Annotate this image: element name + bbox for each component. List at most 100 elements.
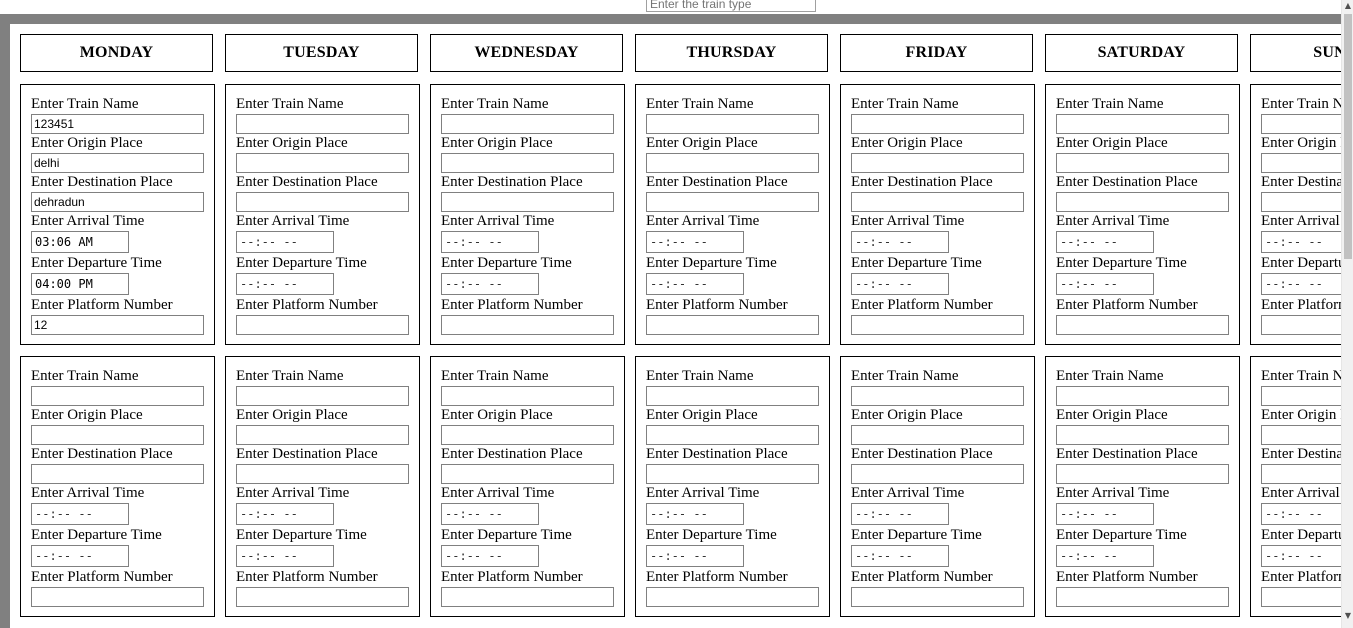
destination-input[interactable] [236,192,409,212]
arrival-time-input[interactable]: --:-- -- [1261,231,1341,253]
train-name-input[interactable] [236,386,409,406]
platform-number-input[interactable] [646,315,819,335]
arrival-time-input[interactable]: 03:06 AM [31,231,129,253]
train-type-input[interactable] [646,0,816,12]
platform-number-label: Enter Platform Number [236,569,378,585]
departure-time-input[interactable]: 04:00 PM [31,273,129,295]
arrival-time-input[interactable]: --:-- -- [646,503,744,525]
departure-time-input[interactable]: --:-- -- [646,273,744,295]
platform-number-input[interactable] [236,587,409,607]
train-name-input[interactable] [1056,386,1229,406]
arrival-time-input[interactable]: --:-- -- [1056,503,1154,525]
departure-time-input[interactable]: --:-- -- [1261,545,1341,567]
origin-input[interactable] [236,425,409,445]
destination-input[interactable] [1056,464,1229,484]
platform-number-label: Enter Platform Number [851,569,993,585]
origin-input[interactable] [441,425,614,445]
destination-input[interactable] [851,192,1024,212]
train-name-input[interactable] [236,114,409,134]
arrival-time-input[interactable]: --:-- -- [236,231,334,253]
platform-number-input[interactable] [1056,315,1229,335]
origin-input[interactable] [1056,153,1229,173]
scrollbar-thumb[interactable] [1344,14,1352,259]
destination-input[interactable] [646,192,819,212]
destination-input[interactable] [646,464,819,484]
platform-number-input[interactable]: 12 [31,315,204,335]
arrival-time-input[interactable]: --:-- -- [31,503,129,525]
train-name-input[interactable]: 123451 [31,114,204,134]
platform-number-input[interactable] [441,587,614,607]
origin-input[interactable] [851,153,1024,173]
origin-input[interactable] [646,153,819,173]
platform-number-input[interactable] [441,315,614,335]
train-name-input[interactable] [1261,386,1341,406]
origin-input[interactable]: delhi [31,153,204,173]
arrival-time-input[interactable]: --:-- -- [851,231,949,253]
destination-label: Enter Destination Place [1056,446,1198,462]
departure-time-label: Enter Departure Time [646,255,777,271]
origin-input[interactable] [441,153,614,173]
departure-time-label: Enter Departure Time [1056,527,1187,543]
destination-input[interactable] [1056,192,1229,212]
train-name-label: Enter Train Name [646,368,754,384]
origin-input[interactable] [1261,425,1341,445]
train-name-input[interactable] [1056,114,1229,134]
platform-number-input[interactable] [1261,315,1341,335]
train-name-input[interactable] [646,386,819,406]
origin-input[interactable] [646,425,819,445]
arrival-time-input[interactable]: --:-- -- [1056,231,1154,253]
platform-number-input[interactable] [236,315,409,335]
departure-time-input[interactable]: --:-- -- [851,545,949,567]
departure-time-input[interactable]: --:-- -- [236,273,334,295]
destination-input[interactable] [1261,464,1341,484]
departure-time-input[interactable]: --:-- -- [1056,545,1154,567]
scroll-up-arrow-icon[interactable]: ▲ [1342,0,1353,12]
train-entry-card-sunday-2: Enter Train Name Enter Origin Place Enter … [1250,356,1341,617]
platform-number-input[interactable] [851,315,1024,335]
train-name-input[interactable] [1261,114,1341,134]
platform-number-input[interactable] [1056,587,1229,607]
arrival-time-label: Enter Arrival Time [441,485,555,501]
origin-input[interactable] [236,153,409,173]
departure-time-input[interactable]: --:-- -- [646,545,744,567]
origin-label: Enter Origin Place [31,407,143,423]
train-name-input[interactable] [441,386,614,406]
destination-input[interactable]: dehradun [31,192,204,212]
train-name-input[interactable] [441,114,614,134]
arrival-time-input[interactable]: --:-- -- [441,231,539,253]
vertical-scrollbar[interactable]: ▲ ▼ [1341,0,1353,628]
origin-input[interactable] [1056,425,1229,445]
train-name-input[interactable] [851,114,1024,134]
arrival-time-input[interactable]: --:-- -- [851,503,949,525]
train-name-input[interactable] [646,114,819,134]
origin-input[interactable] [851,425,1024,445]
origin-input[interactable] [31,425,204,445]
train-name-input[interactable] [851,386,1024,406]
arrival-time-input[interactable]: --:-- -- [441,503,539,525]
destination-label: Enter Destination Place [1261,446,1341,462]
departure-time-input[interactable]: --:-- -- [1056,273,1154,295]
departure-time-input[interactable]: --:-- -- [851,273,949,295]
arrival-time-input[interactable]: --:-- -- [236,503,334,525]
departure-time-input[interactable]: --:-- -- [441,545,539,567]
arrival-time-input[interactable]: --:-- -- [646,231,744,253]
destination-input[interactable] [441,192,614,212]
destination-input[interactable] [851,464,1024,484]
platform-number-input[interactable] [31,587,204,607]
scroll-down-arrow-icon[interactable]: ▼ [1342,610,1353,622]
departure-time-input[interactable]: --:-- -- [31,545,129,567]
arrival-time-input[interactable]: --:-- -- [1261,503,1341,525]
platform-number-input[interactable] [1261,587,1341,607]
platform-number-input[interactable] [851,587,1024,607]
destination-input[interactable] [1261,192,1341,212]
destination-input[interactable] [441,464,614,484]
destination-input[interactable] [236,464,409,484]
platform-number-input[interactable] [646,587,819,607]
origin-input[interactable] [1261,153,1341,173]
departure-time-input[interactable]: --:-- -- [441,273,539,295]
departure-time-input[interactable]: --:-- -- [1261,273,1341,295]
destination-label: Enter Destination Place [236,446,378,462]
departure-time-input[interactable]: --:-- -- [236,545,334,567]
destination-input[interactable] [31,464,204,484]
train-name-input[interactable] [31,386,204,406]
